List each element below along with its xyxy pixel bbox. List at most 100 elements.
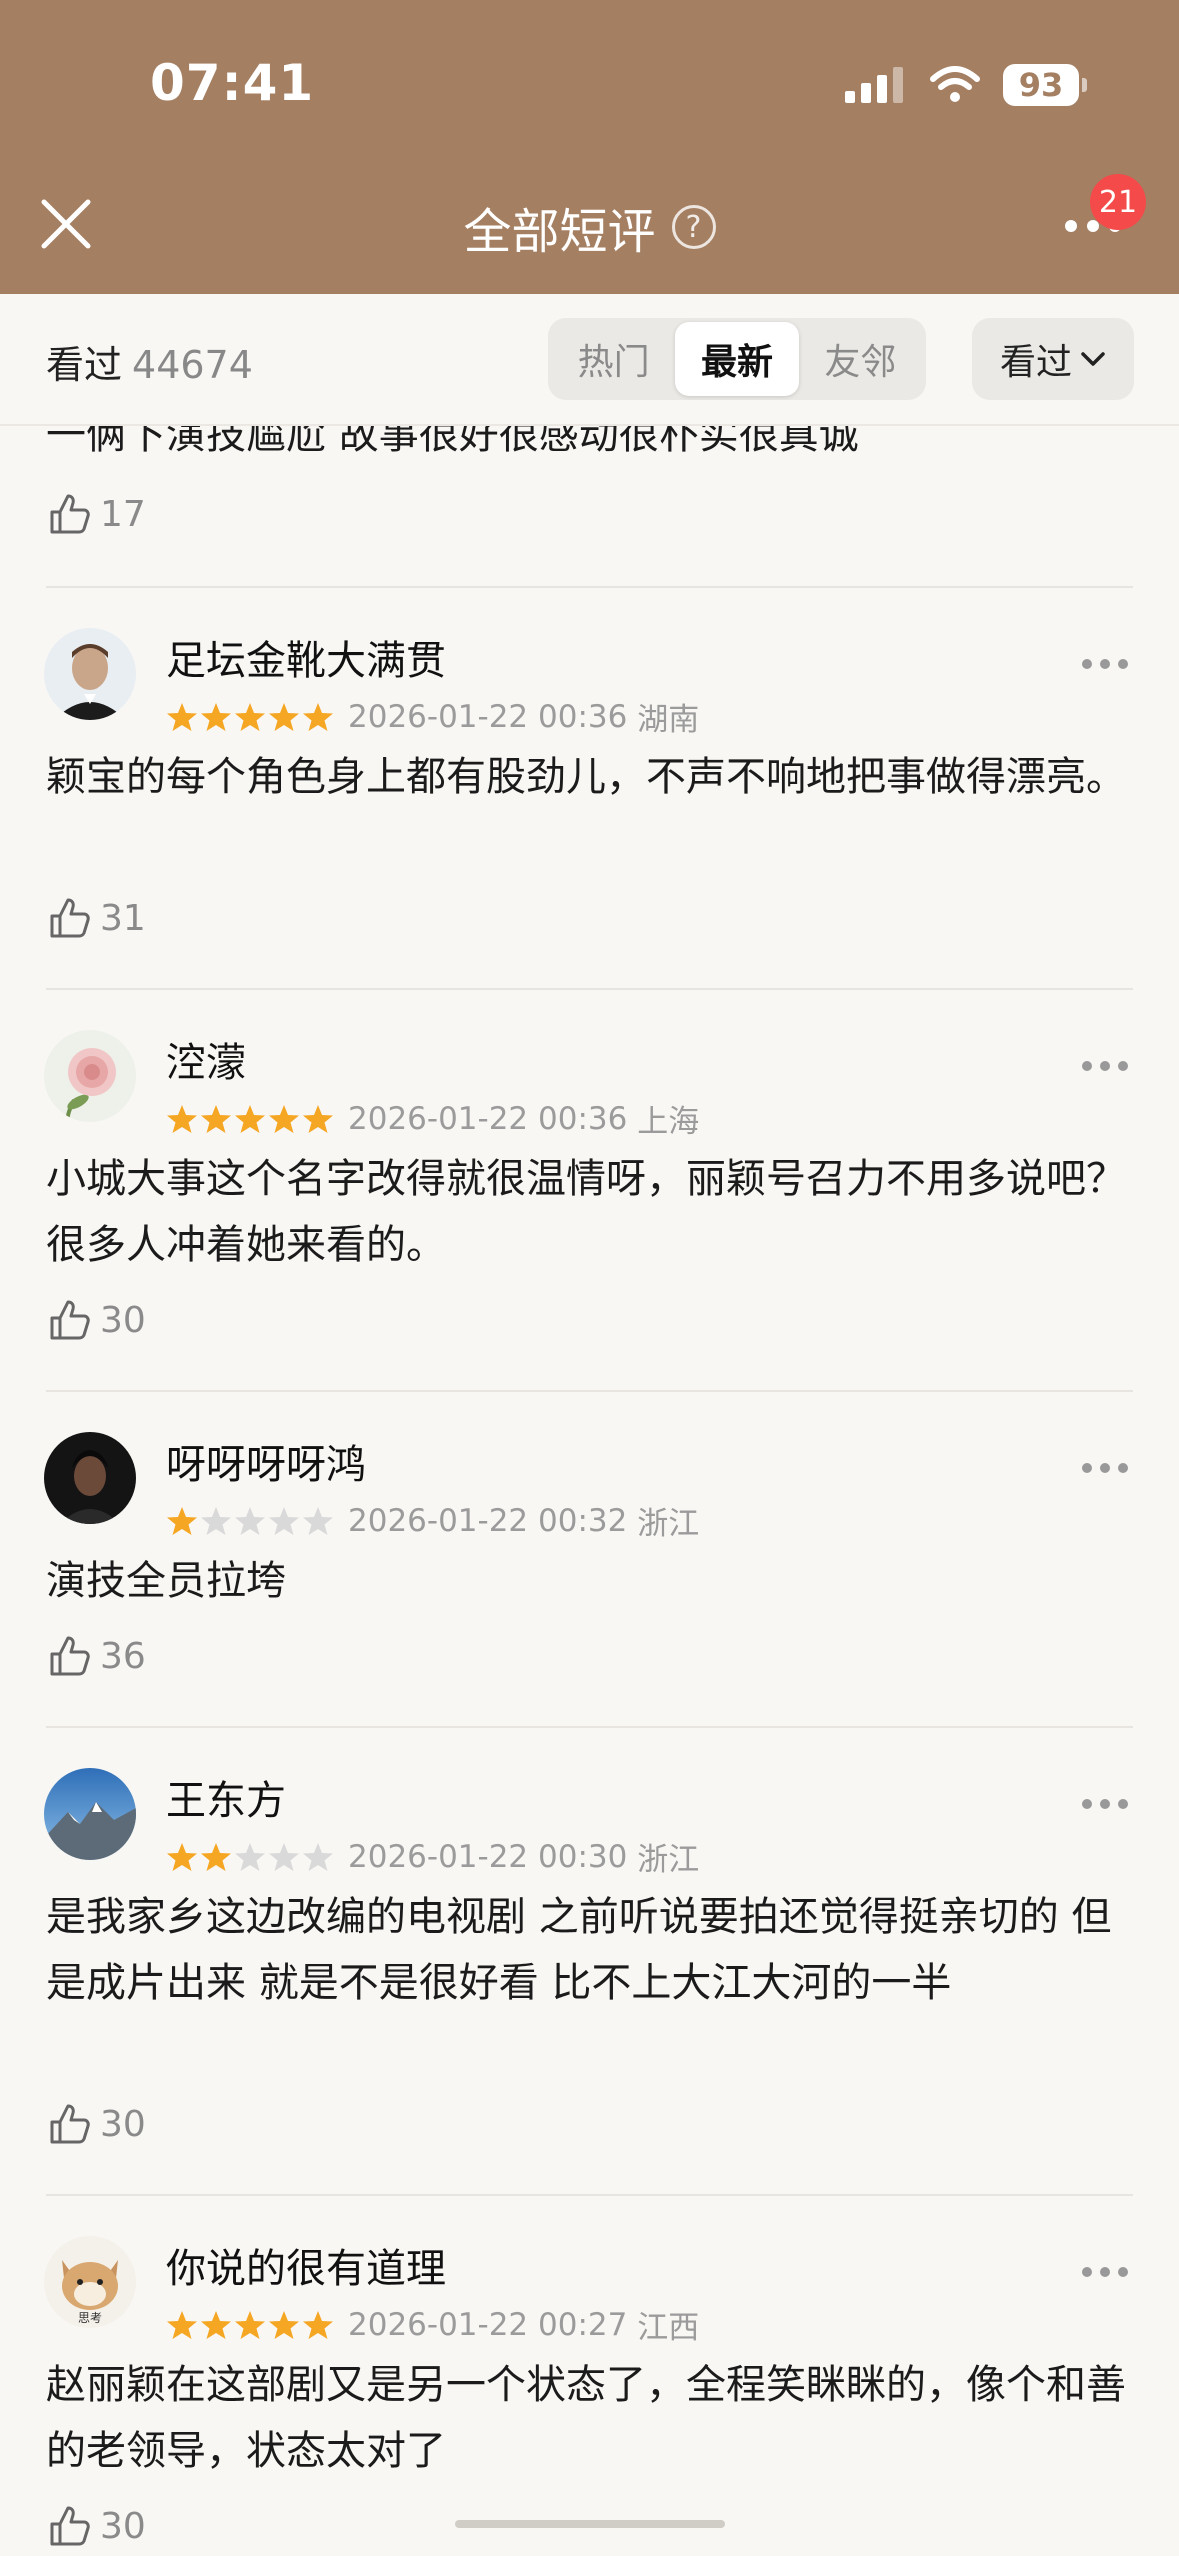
like-count: 30 — [100, 2505, 146, 2547]
more-options-icon[interactable] — [1081, 1060, 1129, 1072]
star-filled-icon — [201, 1842, 231, 1871]
comment-location: 湖南 — [637, 702, 700, 738]
thumbs-up-icon — [50, 2506, 90, 2546]
comment-text: 演技全员拉垮 — [46, 1558, 286, 1604]
star-filled-icon — [235, 1104, 265, 1133]
star-filled-icon — [235, 702, 265, 731]
chevron-down-icon — [1081, 352, 1105, 366]
star-filled-icon — [201, 2310, 231, 2339]
comment-location: 浙江 — [637, 1506, 700, 1542]
comment-date: 2026-01-22 00:30 — [348, 1838, 628, 1875]
rating-stars — [166, 1103, 334, 1135]
divider — [46, 988, 1133, 990]
watched-label: 看过 — [46, 343, 123, 387]
rating-stars — [166, 701, 334, 733]
title-area: 全部短评 ? — [0, 192, 1179, 262]
thumbs-up-icon — [50, 1300, 90, 1340]
star-empty-icon — [201, 1506, 231, 1535]
tab-hot[interactable]: 热门 — [552, 322, 675, 396]
username[interactable]: 足坛金靴大满贯 — [166, 628, 446, 686]
star-filled-icon — [303, 702, 333, 731]
battery-icon: 93 — [1003, 64, 1087, 106]
username[interactable]: 涳濛 — [166, 1030, 246, 1088]
username[interactable]: 你说的很有道理 — [166, 2236, 446, 2294]
star-filled-icon — [167, 702, 197, 731]
watched-summary: 看过 44674 — [46, 334, 253, 389]
star-empty-icon — [303, 1506, 333, 1535]
like-button[interactable]: 36 — [48, 1634, 146, 1678]
comment-meta: 2026-01-22 00:32 浙江 — [166, 1498, 699, 1543]
like-count: 17 — [100, 493, 146, 535]
avatar[interactable]: 思考 — [44, 2236, 136, 2328]
star-filled-icon — [269, 702, 299, 731]
status-filter-label: 看过 — [999, 342, 1072, 383]
tab-friends[interactable]: 友邻 — [799, 322, 922, 396]
help-icon[interactable]: ? — [671, 205, 716, 249]
divider — [46, 2194, 1133, 2196]
notification-badge: 21 — [1090, 174, 1146, 230]
star-filled-icon — [303, 2310, 333, 2339]
status-filter-dropdown[interactable]: 看过 — [972, 318, 1134, 400]
comment-date: 2026-01-22 00:36 — [348, 1100, 628, 1137]
username[interactable]: 王东方 — [166, 1768, 286, 1826]
star-empty-icon — [269, 1842, 299, 1871]
avatar[interactable] — [44, 1432, 136, 1524]
avatar[interactable] — [44, 1030, 136, 1122]
comment-meta: 2026-01-22 00:30 浙江 — [166, 1834, 699, 1879]
star-empty-icon — [269, 1506, 299, 1535]
more-options-icon[interactable] — [1081, 1462, 1129, 1474]
username[interactable]: 呀呀呀呀鸿 — [166, 1432, 366, 1490]
thumbs-up-icon — [50, 898, 90, 938]
star-empty-icon — [235, 1506, 265, 1535]
star-empty-icon — [235, 1842, 265, 1871]
star-filled-icon — [235, 2310, 265, 2339]
star-filled-icon — [167, 1506, 197, 1535]
divider — [46, 586, 1133, 588]
avatar[interactable] — [44, 628, 136, 720]
star-filled-icon — [167, 1104, 197, 1133]
rating-stars — [166, 1505, 334, 1537]
star-empty-icon — [303, 1842, 333, 1871]
thumbs-up-icon — [50, 2104, 90, 2144]
like-button[interactable]: 17 — [48, 492, 146, 536]
watched-count: 44674 — [132, 343, 253, 387]
page-title: 全部短评 — [463, 204, 656, 260]
status-time: 07:41 — [150, 54, 315, 112]
like-button[interactable]: 31 — [48, 896, 146, 940]
more-options-icon[interactable] — [1081, 658, 1129, 670]
thumbs-up-icon — [50, 494, 90, 534]
comment-text: 小城大事这个名字改得就很温情呀，丽颖号召力不用多说吧？很多人冲着她来看的。 — [46, 1156, 1126, 1268]
comment-date: 2026-01-22 00:32 — [348, 1502, 628, 1539]
tab-latest[interactable]: 最新 — [675, 322, 799, 396]
comment-meta: 2026-01-22 00:36 上海 — [166, 1096, 699, 1141]
like-button[interactable]: 30 — [48, 1298, 146, 1342]
divider — [46, 1726, 1133, 1728]
avatar[interactable] — [44, 1768, 136, 1860]
star-filled-icon — [167, 1842, 197, 1871]
comment-location: 江西 — [637, 2310, 700, 2346]
star-filled-icon — [269, 2310, 299, 2339]
like-count: 30 — [100, 2103, 146, 2145]
like-button[interactable]: 30 — [48, 2504, 146, 2548]
rating-stars — [166, 2309, 334, 2341]
home-indicator[interactable] — [455, 2520, 725, 2528]
cellular-signal-icon — [845, 67, 903, 103]
comment-text: 颖宝的每个角色身上都有股劲儿，不声不响地把事做得漂亮。 — [46, 754, 1126, 800]
thumbs-up-icon — [50, 1636, 90, 1676]
star-filled-icon — [303, 1104, 333, 1133]
wifi-icon — [930, 66, 980, 102]
more-options-icon[interactable] — [1081, 1798, 1129, 1810]
status-icons: 93 — [843, 62, 1087, 108]
divider — [46, 1390, 1133, 1392]
comment-date: 2026-01-22 00:36 — [348, 698, 628, 735]
comment-meta: 2026-01-22 00:36 湖南 — [166, 694, 699, 739]
more-options-icon[interactable] — [1081, 2266, 1129, 2278]
comment-location: 浙江 — [637, 1842, 700, 1878]
top-header: 07:41 93 全部短评 ? 21 — [0, 0, 1179, 294]
avatar-caption: 思考 — [78, 2311, 102, 2325]
star-filled-icon — [201, 702, 231, 731]
comment-date: 2026-01-22 00:27 — [348, 2306, 628, 2343]
sort-tabs: 热门 最新 友邻 — [548, 318, 926, 400]
like-count: 30 — [100, 1299, 146, 1341]
like-button[interactable]: 30 — [48, 2102, 146, 2146]
